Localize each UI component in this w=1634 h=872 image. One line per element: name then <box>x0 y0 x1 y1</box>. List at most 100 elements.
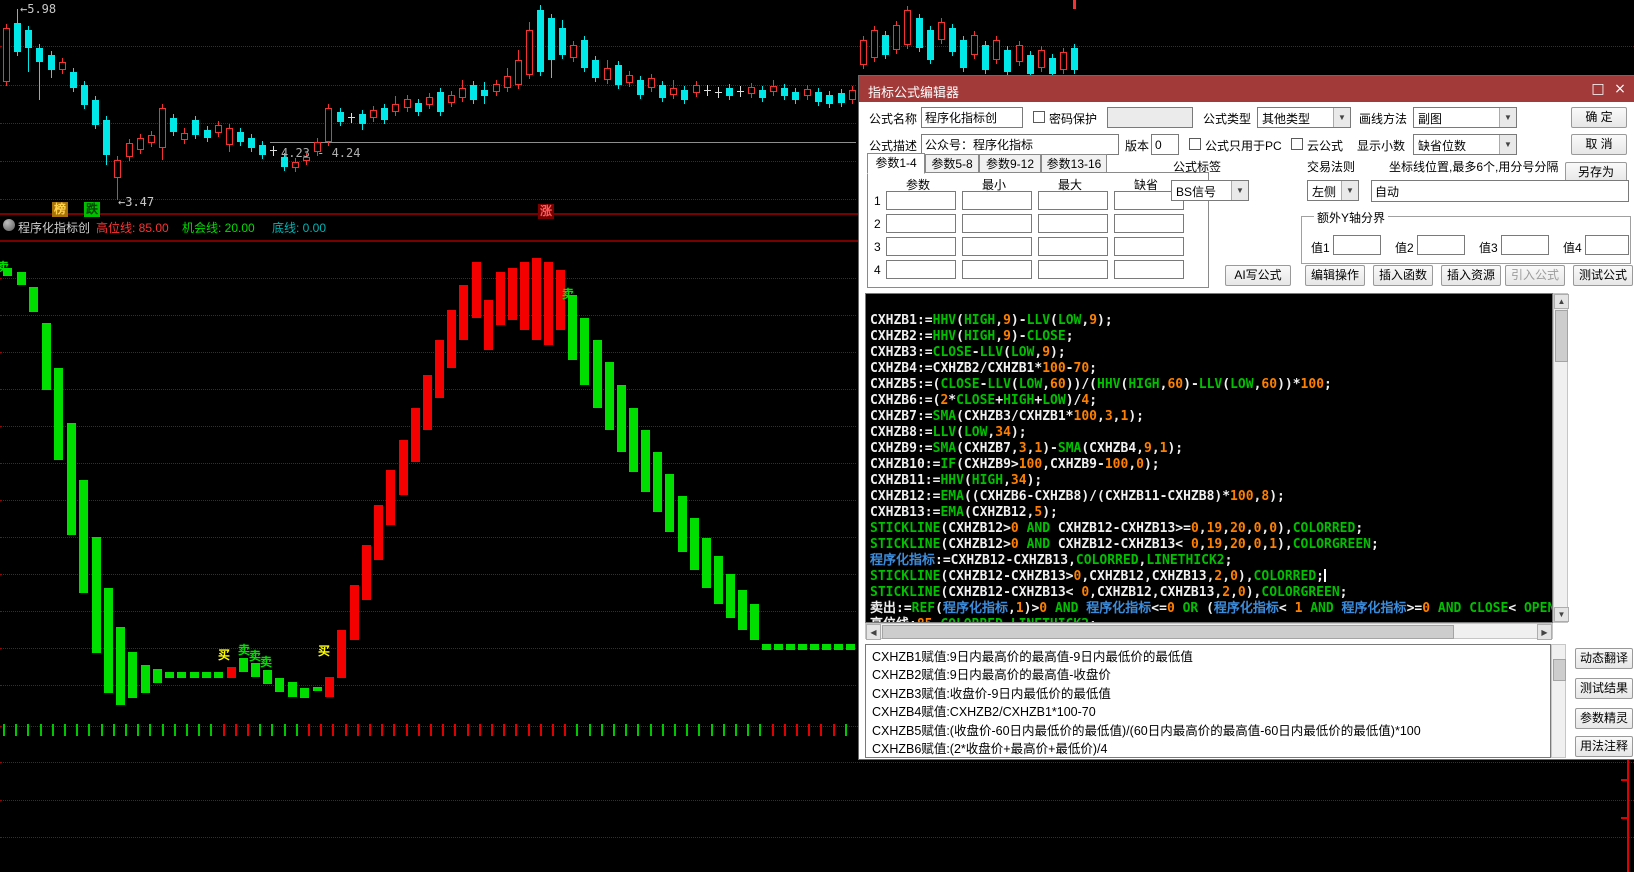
tick <box>637 724 639 736</box>
indicator-icon[interactable] <box>3 219 15 231</box>
param-input[interactable] <box>1038 260 1108 279</box>
param-input[interactable] <box>886 191 956 210</box>
decimals-select[interactable]: 缺省位数 ▼ <box>1413 134 1517 155</box>
scroll-left-icon[interactable]: ◀ <box>866 624 881 640</box>
decimals-label: 显示小数 <box>1357 137 1405 154</box>
y-value3-input[interactable] <box>1501 235 1549 255</box>
formula-desc-input[interactable] <box>921 134 1119 155</box>
insert-resource-button[interactable]: 插入资源 <box>1441 265 1501 286</box>
tab-params-5-8[interactable]: 参数5-8 <box>925 154 979 174</box>
trade-rule-select[interactable]: 左侧 ▼ <box>1307 180 1359 201</box>
tick <box>735 724 737 736</box>
tick <box>345 724 347 736</box>
tab-params-9-12[interactable]: 参数9-12 <box>979 154 1041 174</box>
chevron-down-icon[interactable]: ▼ <box>1231 181 1248 200</box>
scroll-thumb[interactable] <box>1555 310 1568 362</box>
candle-body <box>604 68 611 80</box>
formula-editor-dialog: 指标公式编辑器 □ × 公式名称 密码保护 公式类型 其他类型 ▼ 画线方法 副… <box>858 75 1634 760</box>
param-input[interactable] <box>1114 237 1184 256</box>
scroll-right-icon[interactable]: ▶ <box>1537 624 1552 640</box>
param-input[interactable] <box>1114 214 1184 233</box>
edit-operations-button[interactable]: 编辑操作 <box>1305 265 1365 286</box>
formula-type-select[interactable]: 其他类型 ▼ <box>1257 107 1351 128</box>
dialog-titlebar[interactable]: 指标公式编辑器 □ × <box>859 76 1634 102</box>
y-value4-input[interactable] <box>1585 235 1629 255</box>
param-input[interactable] <box>1038 237 1108 256</box>
maximize-icon[interactable]: □ <box>1589 80 1607 98</box>
code-hscrollbar[interactable]: ◀ ▶ <box>865 623 1553 639</box>
param-input[interactable] <box>962 237 1032 256</box>
coord-line-input[interactable] <box>1371 180 1629 202</box>
code-line: CXHZB6:=(2*CLOSE+HIGH+LOW)/4; <box>870 393 1097 408</box>
chevron-down-icon[interactable]: ▼ <box>1333 108 1350 127</box>
chevron-down-icon[interactable]: ▼ <box>1499 108 1516 127</box>
scroll-thumb[interactable] <box>1553 659 1566 681</box>
indicator-title[interactable]: 程序化指标创 <box>18 219 90 236</box>
test-formula-button[interactable]: 测试公式 <box>1573 265 1633 286</box>
formula-tag-label: 公式标签 <box>1173 158 1221 175</box>
trade-rule-label: 交易法则 <box>1307 158 1355 175</box>
param-input[interactable] <box>886 260 956 279</box>
grid-line <box>0 161 856 162</box>
formula-name-input[interactable] <box>921 107 1023 128</box>
param-input[interactable] <box>962 214 1032 233</box>
y-value4-label: 值4 <box>1563 239 1582 256</box>
ok-button[interactable]: 确 定 <box>1571 107 1627 128</box>
y-value2-input[interactable] <box>1417 235 1465 255</box>
formula-code-editor[interactable]: CXHZB1:=HHV(HIGH,9)-LLV(LOW,9);CXHZB2:=H… <box>865 293 1553 623</box>
formula-tag-select[interactable]: BS信号 ▼ <box>1171 180 1249 201</box>
badge-bang[interactable]: 榜 <box>52 202 68 217</box>
param-input[interactable] <box>886 214 956 233</box>
import-formula-button: 引入公式 <box>1505 265 1565 286</box>
chevron-down-icon[interactable]: ▼ <box>1341 181 1358 200</box>
dynamic-translate-button[interactable]: 动态翻译 <box>1575 648 1633 669</box>
candle-body <box>148 135 155 143</box>
badge-die[interactable]: 跌 <box>84 202 100 217</box>
trading-app-screen: 卖买卖卖卖买卖 ←5.98 ←3.47 4.23 - 4.24 榜 跌 涨 程序… <box>0 0 1634 872</box>
code-vscrollbar[interactable]: ▲ ▼ <box>1553 293 1568 623</box>
indicator-bar <box>580 318 589 385</box>
param-input[interactable] <box>962 260 1032 279</box>
test-result-button[interactable]: 测试结果 <box>1575 678 1633 699</box>
tab-params-13-16[interactable]: 参数13-16 <box>1041 154 1107 174</box>
candle-body <box>726 88 733 96</box>
password-protect-checkbox[interactable] <box>1033 111 1045 123</box>
indicator-bar <box>79 480 88 593</box>
cancel-button[interactable]: 取 消 <box>1571 134 1627 155</box>
candle-body <box>770 86 777 92</box>
candle-body <box>292 162 299 168</box>
version-input[interactable] <box>1151 134 1179 155</box>
candle-body <box>381 108 388 120</box>
pc-only-checkbox[interactable] <box>1189 138 1201 150</box>
param-input[interactable] <box>1038 214 1108 233</box>
tick <box>723 724 725 736</box>
y-value3-label: 值3 <box>1479 239 1498 256</box>
param-input[interactable] <box>962 191 1032 210</box>
ai-write-formula-button[interactable]: AI写公式 <box>1225 265 1291 286</box>
scroll-thumb[interactable] <box>882 625 1454 639</box>
candle-body <box>215 125 222 133</box>
grid-line <box>0 463 856 464</box>
tick <box>186 724 188 736</box>
param-input[interactable] <box>1038 191 1108 210</box>
legend-chance-line: 机会线: 20.00 <box>182 219 255 236</box>
tab-params-1-4[interactable]: 参数1-4 <box>867 153 925 174</box>
insert-function-button[interactable]: 插入函数 <box>1373 265 1433 286</box>
explanation-line: CXHZB5赋值:(收盘价-60日内最低价的最低值)/(60日内最高价的最高值-… <box>872 723 1421 739</box>
param-input[interactable] <box>1114 260 1184 279</box>
param-wizard-button[interactable]: 参数精灵 <box>1575 708 1633 729</box>
close-icon[interactable]: × <box>1611 80 1629 98</box>
scroll-up-icon[interactable]: ▲ <box>1554 294 1569 309</box>
scroll-down-icon[interactable]: ▼ <box>1554 607 1569 622</box>
cloud-formula-checkbox[interactable] <box>1291 138 1303 150</box>
param-input[interactable] <box>886 237 956 256</box>
tick <box>27 724 29 736</box>
candle-body <box>548 18 555 60</box>
draw-method-select[interactable]: 副图 ▼ <box>1413 107 1517 128</box>
candle-body <box>448 95 455 103</box>
chevron-down-icon[interactable]: ▼ <box>1499 135 1516 154</box>
y-value1-input[interactable] <box>1333 235 1381 255</box>
explain-vscrollbar[interactable] <box>1551 644 1566 758</box>
usage-notes-button[interactable]: 用法注释 <box>1575 736 1633 757</box>
candle-body <box>36 48 43 62</box>
